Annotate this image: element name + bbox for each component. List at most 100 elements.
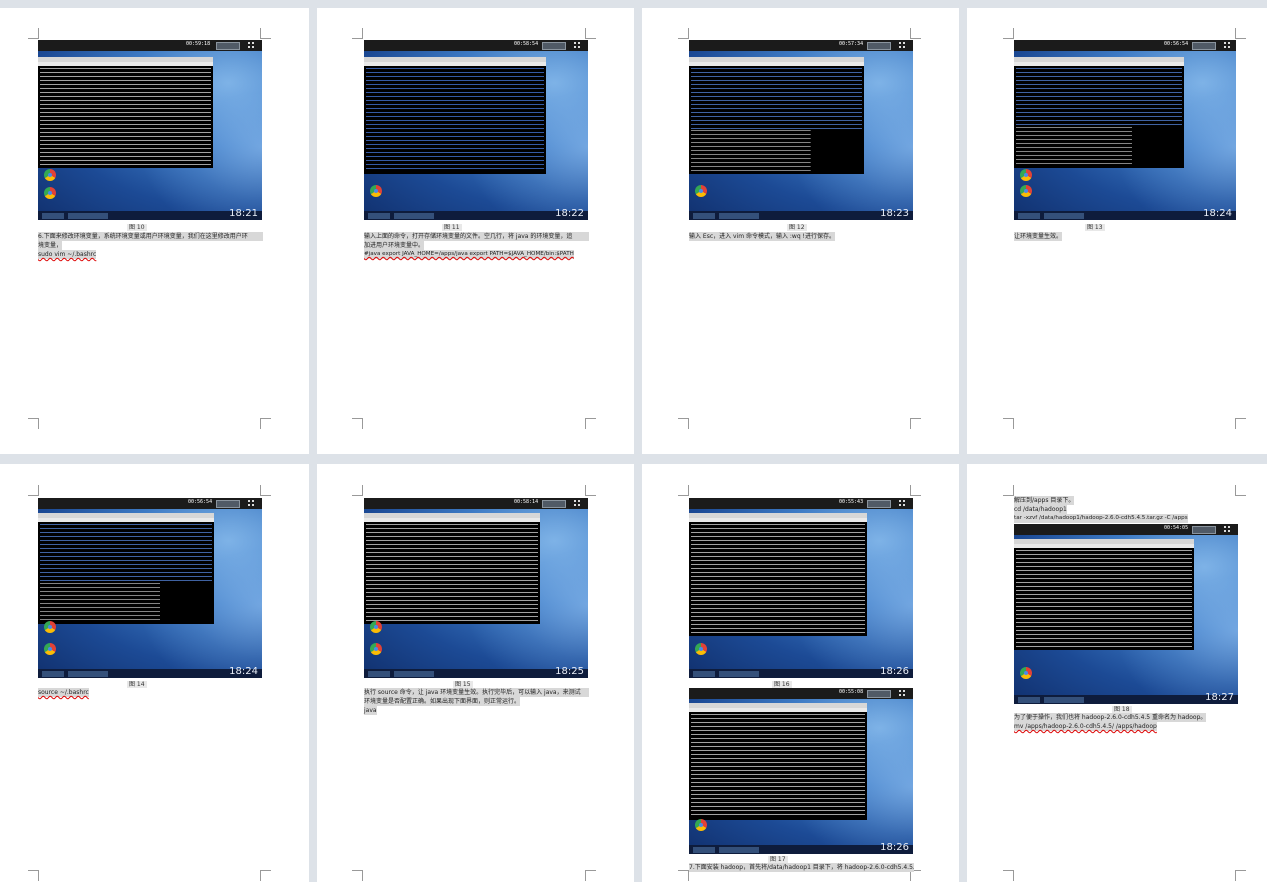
screenshot: 00:56:54 18:24 <box>1014 40 1236 220</box>
terminal-window <box>1014 539 1194 650</box>
crop-mark <box>1235 28 1246 39</box>
terminal-window <box>364 513 540 624</box>
figure-caption: 图 18 <box>1112 706 1132 713</box>
desktop-clock: 18:24 <box>1203 208 1232 219</box>
desktop-clock: 18:22 <box>555 208 584 219</box>
grid-icon <box>248 42 254 48</box>
paragraph: 为了便于操作，我们也将 hadoop-2.6.0-cdh5.4.5 重命名为 h… <box>1014 713 1207 731</box>
chrome-icon <box>370 185 382 197</box>
figure-caption: 图 11 <box>442 224 462 231</box>
crop-mark <box>260 28 271 39</box>
crop-mark <box>910 485 921 496</box>
desktop-clock: 18:23 <box>880 208 909 219</box>
crop-mark <box>910 418 921 429</box>
chrome-icon <box>44 187 56 199</box>
figure-caption: 图 14 <box>127 681 147 688</box>
desktop-clock: 18:26 <box>880 666 909 677</box>
crop-mark <box>678 28 689 39</box>
clock-text: 00:56:54 <box>188 499 213 505</box>
chrome-icon <box>44 643 56 655</box>
crop-mark <box>352 485 363 496</box>
crop-mark <box>678 418 689 429</box>
crop-mark <box>585 870 596 881</box>
code-line: cd /data/hadoop1 <box>1014 505 1067 514</box>
chrome-icon <box>44 169 56 181</box>
crop-mark <box>260 485 271 496</box>
paragraph: 执行 source 命令，让 java 环境变量生效。执行完毕后，可以输入 ja… <box>364 688 589 715</box>
desktop-clock: 18:25 <box>555 666 584 677</box>
figure-caption: 图 17 <box>768 856 788 863</box>
crop-mark <box>585 418 596 429</box>
screenshot: 00:55:43 18:26 <box>689 498 913 678</box>
chrome-icon <box>1020 667 1032 679</box>
paragraph: 输入 Esc，进入 vim 命令模式，输入 :wq !进行保存。 <box>689 232 835 241</box>
grid-icon <box>899 500 905 506</box>
clock-text: 00:55:08 <box>839 689 864 695</box>
crop-mark <box>28 485 39 496</box>
terminal-window <box>689 703 867 820</box>
clock-text: 00:59:18 <box>186 41 211 47</box>
crop-mark <box>352 28 363 39</box>
terminal-window <box>364 57 546 174</box>
paragraph: source ~/.bashrc <box>38 688 263 697</box>
grid-icon <box>248 500 254 506</box>
code-line: tar -xzvf /data/hadoop1/hadoop-2.6.0-cdh… <box>1014 514 1188 523</box>
crop-mark <box>260 418 271 429</box>
terminal-window <box>38 57 213 168</box>
figure-caption: 图 15 <box>453 681 473 688</box>
figure-caption: 图 12 <box>787 224 807 231</box>
desktop-clock: 18:26 <box>880 842 909 853</box>
paragraph: 7.下面安装 hadoop，首先将/data/hadoop1 目录下，将 had… <box>689 863 914 872</box>
clock-text: 00:54:05 <box>1164 525 1189 531</box>
clock-text: 00:56:54 <box>1164 41 1189 47</box>
crop-mark <box>28 418 39 429</box>
grid-icon <box>1224 42 1230 48</box>
crop-mark <box>585 28 596 39</box>
grid-icon <box>574 500 580 506</box>
chrome-icon <box>1020 185 1032 197</box>
chrome-icon <box>1020 169 1032 181</box>
crop-mark <box>585 485 596 496</box>
screenshot: 00:56:54 18:24 <box>38 498 262 678</box>
crop-mark <box>1235 485 1246 496</box>
clock-text: 00:58:14 <box>514 499 539 505</box>
screenshot: 00:58:14 18:25 <box>364 498 588 678</box>
grid-icon <box>1224 526 1230 532</box>
crop-mark <box>260 870 271 881</box>
crop-mark <box>910 28 921 39</box>
paragraph: 让环境变量生效。 <box>1014 232 1063 241</box>
code-line: java <box>364 706 377 715</box>
terminal-window <box>1014 57 1184 168</box>
desktop-clock: 18:27 <box>1205 692 1234 703</box>
crop-mark <box>1003 485 1014 496</box>
crop-mark <box>28 870 39 881</box>
paragraph: 6.下面来修改环境变量，系统环境变量或用户环境变量，我们在这里修改用户环 境变量… <box>38 232 263 259</box>
crop-mark <box>1235 418 1246 429</box>
crop-mark <box>1003 870 1014 881</box>
grid-icon <box>899 42 905 48</box>
figure-caption: 图 13 <box>1085 224 1105 231</box>
paragraph: 解压到/apps 目录下。 cd /data/hadoop1 tar -xzvf… <box>1014 496 1188 523</box>
crop-mark <box>1235 870 1246 881</box>
chrome-icon <box>695 643 707 655</box>
crop-mark <box>1003 28 1014 39</box>
terminal-window <box>689 57 864 174</box>
chrome-icon <box>370 621 382 633</box>
crop-mark <box>352 870 363 881</box>
terminal-window <box>689 513 867 636</box>
screenshot: 00:59:18 18:21 <box>38 40 262 220</box>
screenshot: 00:54:05 18:27 <box>1014 524 1238 704</box>
code-line: #java export JAVA_HOME=/apps/java export… <box>364 250 574 259</box>
screenshot: 00:55:08 18:26 <box>689 688 913 854</box>
screenshot: 00:57:34 18:23 <box>689 40 913 220</box>
crop-mark <box>1003 418 1014 429</box>
clock-text: 00:55:43 <box>839 499 864 505</box>
chrome-icon <box>370 643 382 655</box>
screenshot: 00:58:54 18:22 <box>364 40 588 220</box>
crop-mark <box>352 418 363 429</box>
figure-caption: 图 10 <box>127 224 147 231</box>
desktop-clock: 18:24 <box>229 666 258 677</box>
code-line: mv /apps/hadoop-2.6.0-cdh5.4.5/ /apps/ha… <box>1014 722 1157 731</box>
chrome-icon <box>44 621 56 633</box>
grid-icon <box>574 42 580 48</box>
